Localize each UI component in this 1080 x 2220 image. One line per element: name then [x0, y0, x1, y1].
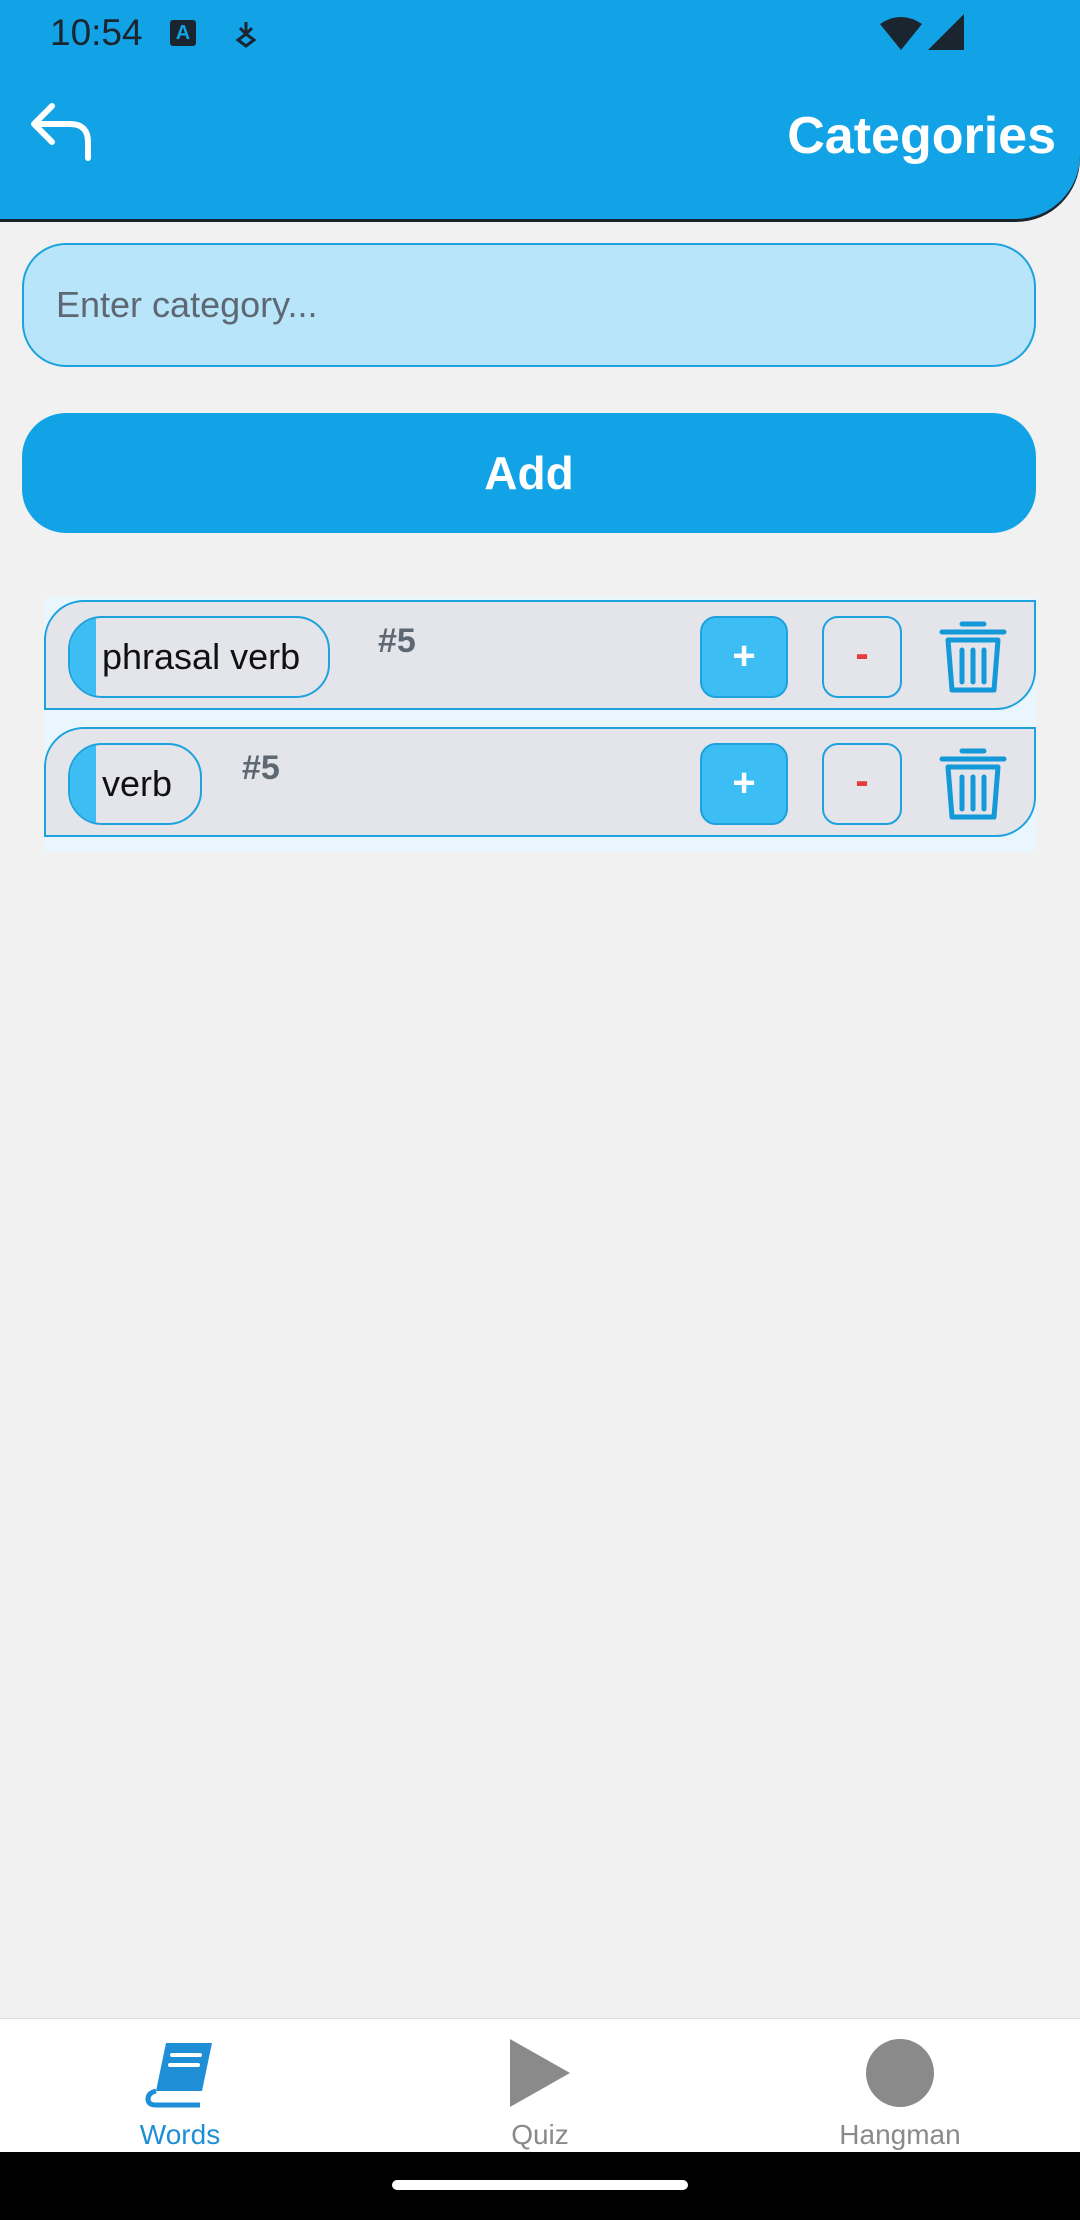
category-list: phrasal verb #5 + - verb #5 + -	[44, 597, 1036, 852]
wifi-icon	[880, 17, 922, 50]
nav-item-words[interactable]: Words	[0, 2019, 360, 2153]
back-arrow-icon[interactable]	[26, 98, 96, 168]
decrement-button[interactable]: -	[822, 743, 902, 825]
word-count: #5	[378, 622, 416, 660]
category-input[interactable]	[22, 243, 1036, 367]
signal-icon	[928, 14, 964, 50]
increment-button[interactable]: +	[700, 743, 788, 825]
nav-label: Quiz	[511, 2119, 569, 2150]
tag-accent	[70, 745, 96, 823]
download-status-icon	[235, 22, 257, 48]
category-tag[interactable]: phrasal verb	[68, 616, 331, 698]
play-icon	[510, 2039, 570, 2107]
category-tag[interactable]: verb	[68, 743, 203, 825]
nav-item-hangman[interactable]: Hangman	[720, 2019, 1080, 2153]
increment-button[interactable]: +	[700, 616, 788, 698]
system-navigation-bar	[0, 2152, 1080, 2220]
category-row: phrasal verb #5 + -	[44, 600, 1036, 710]
tag-accent	[70, 618, 96, 696]
trash-icon[interactable]	[938, 747, 1008, 821]
circle-icon	[866, 2039, 934, 2107]
add-button[interactable]: Add	[22, 413, 1036, 533]
word-count: #5	[242, 749, 280, 787]
trash-icon[interactable]	[938, 620, 1008, 694]
status-time: 10:54	[50, 12, 143, 53]
page-title: Categories	[787, 107, 1056, 165]
nav-label: Hangman	[839, 2119, 961, 2150]
category-row: verb #5 + -	[44, 727, 1036, 837]
category-name: verb	[102, 763, 173, 804]
category-name: phrasal verb	[102, 636, 301, 677]
decrement-button[interactable]: -	[822, 616, 902, 698]
accessibility-app-icon: A	[170, 20, 196, 46]
book-icon	[145, 2043, 212, 2108]
home-indicator[interactable]	[392, 2180, 688, 2190]
status-bar: 10:54 A	[0, 0, 1080, 66]
bottom-navigation: Words Quiz Hangman	[0, 2018, 1080, 2152]
nav-label: Words	[139, 2119, 221, 2150]
app-header: 10:54 A Categories	[0, 0, 1080, 219]
nav-item-quiz[interactable]: Quiz	[360, 2019, 720, 2153]
